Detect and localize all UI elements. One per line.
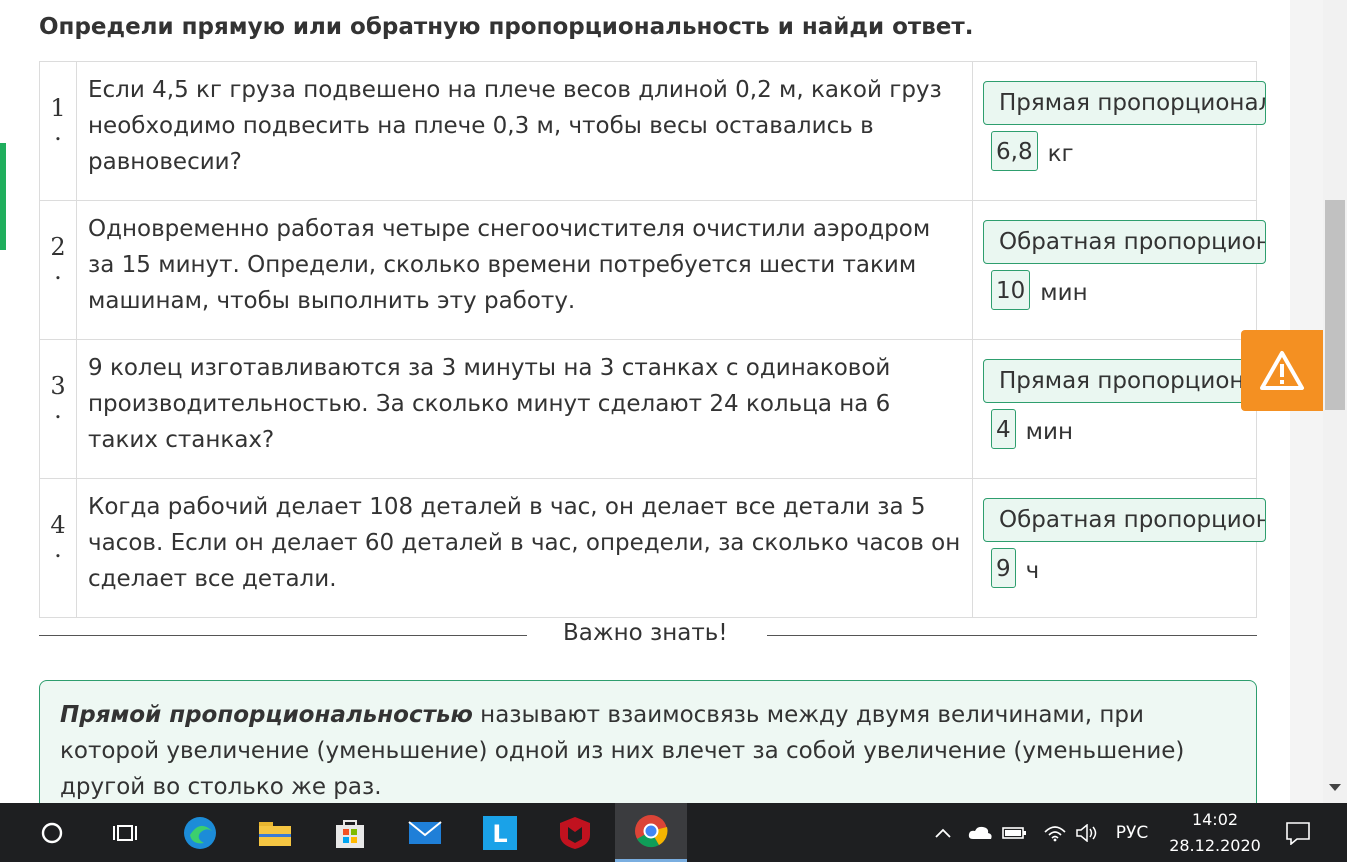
clock-time: 14:02 bbox=[1191, 810, 1239, 829]
answer-unit: мин bbox=[1040, 280, 1088, 306]
task-heading: Определи прямую или обратную пропорциона… bbox=[39, 14, 974, 40]
task-view-icon bbox=[113, 824, 137, 841]
onedrive-cloud-icon[interactable] bbox=[965, 803, 995, 862]
divider-right bbox=[767, 635, 1257, 636]
answer-input[interactable]: 6,8 bbox=[991, 131, 1038, 171]
table-row: 1. Если 4,5 кг груза подвешено на плече … bbox=[39, 61, 1266, 201]
answer-input[interactable]: 9 bbox=[991, 548, 1016, 588]
warning-icon bbox=[1260, 350, 1304, 390]
answer-cell: Обратная пропорциональность 9ч bbox=[972, 478, 1266, 618]
volume-icon[interactable] bbox=[1073, 803, 1103, 862]
left-accent-bar bbox=[0, 143, 6, 250]
table-row: 2. Одновременно работая четыре снегоочис… bbox=[39, 200, 1266, 340]
wifi-icon[interactable] bbox=[1040, 803, 1070, 862]
proportion-select[interactable]: Прямая пропорциональность bbox=[983, 359, 1266, 403]
edge-app[interactable] bbox=[178, 803, 222, 862]
task-number: 1. bbox=[39, 61, 77, 201]
proportion-select[interactable]: Обратная пропорциональность bbox=[983, 220, 1266, 264]
report-warning-button[interactable] bbox=[1241, 330, 1323, 411]
store-bag-icon bbox=[336, 819, 364, 848]
tasks-table: 1. Если 4,5 кг груза подвешено на плече … bbox=[39, 61, 1266, 618]
windows-taskbar: L РУС bbox=[0, 803, 1347, 862]
info-term: Прямой пропорциональностью bbox=[60, 702, 473, 728]
answer-cell: Прямая пропорциональность 4 мин bbox=[972, 339, 1266, 479]
task-question: Одновременно работая четыре снегоочистит… bbox=[76, 200, 973, 340]
task-number: 3. bbox=[39, 339, 77, 479]
l-letter-icon: L bbox=[483, 815, 517, 850]
scroll-down-arrow-icon[interactable] bbox=[1329, 784, 1341, 791]
svg-text:L: L bbox=[492, 820, 507, 848]
answer-cell: Обратная пропорциональность 10 мин bbox=[972, 200, 1266, 340]
language-indicator[interactable]: РУС bbox=[1108, 803, 1156, 862]
important-title: Важно знать! bbox=[563, 620, 728, 646]
system-clock[interactable]: 14:02 28.12.2020 bbox=[1165, 803, 1265, 862]
table-row: 4. Когда рабочий делает 108 деталей в ча… bbox=[39, 478, 1266, 618]
chrome-icon bbox=[635, 815, 668, 848]
store-app[interactable] bbox=[328, 803, 372, 862]
task-number: 4. bbox=[39, 478, 77, 618]
mail-app[interactable] bbox=[403, 803, 447, 862]
proportion-select[interactable]: Обратная пропорциональность bbox=[983, 498, 1266, 542]
mcafee-shield-icon bbox=[560, 816, 590, 849]
edge-icon bbox=[184, 816, 216, 849]
tray-chevron-up-icon[interactable] bbox=[930, 803, 956, 862]
answer-unit: кг bbox=[1047, 141, 1074, 167]
start-button[interactable] bbox=[30, 803, 74, 862]
battery-icon[interactable] bbox=[1000, 803, 1030, 862]
clock-date: 28.12.2020 bbox=[1169, 836, 1261, 855]
page-content: Определи прямую или обратную пропорциона… bbox=[0, 0, 1290, 803]
notifications-icon[interactable] bbox=[1278, 803, 1318, 862]
answer-unit: мин bbox=[1025, 419, 1073, 445]
folder-icon bbox=[259, 821, 291, 846]
mcafee-app[interactable] bbox=[553, 803, 597, 862]
l-app[interactable]: L bbox=[478, 803, 522, 862]
task-number: 2. bbox=[39, 200, 77, 340]
proportion-select[interactable]: Прямая пропорциональность bbox=[983, 81, 1266, 125]
start-circle-icon bbox=[41, 822, 63, 843]
task-view-button[interactable] bbox=[104, 803, 148, 862]
mail-icon bbox=[408, 820, 442, 844]
task-question: Когда рабочий делает 108 деталей в час, … bbox=[76, 478, 973, 618]
divider-left bbox=[39, 635, 527, 636]
task-question: Если 4,5 кг груза подвешено на плече вес… bbox=[76, 61, 973, 201]
file-explorer-app[interactable] bbox=[253, 803, 297, 862]
chrome-app-active[interactable] bbox=[615, 803, 687, 862]
answer-unit: ч bbox=[1025, 558, 1040, 584]
task-question: 9 колец изготавливаются за 3 минуты на 3… bbox=[76, 339, 973, 479]
scrollbar-thumb[interactable] bbox=[1325, 200, 1345, 410]
answer-input[interactable]: 10 bbox=[991, 270, 1031, 310]
answer-input[interactable]: 4 bbox=[991, 409, 1016, 449]
table-row: 3. 9 колец изготавливаются за 3 минуты н… bbox=[39, 339, 1266, 479]
info-box: Прямой пропорциональностью называют взаи… bbox=[39, 680, 1257, 803]
answer-cell: Прямая пропорциональность 6,8 кг bbox=[972, 61, 1266, 201]
